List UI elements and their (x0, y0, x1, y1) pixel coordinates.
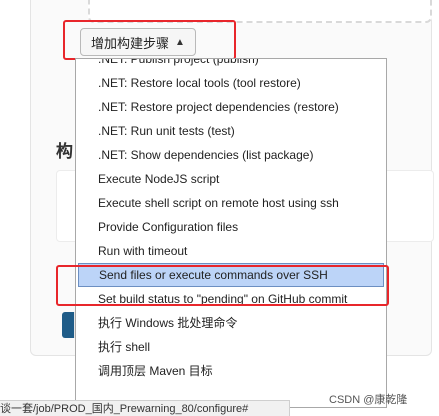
highlight-box-send-files (56, 265, 389, 306)
build-step-menu: .NET: Publish project (publish) .NET: Res… (76, 59, 386, 383)
menu-item[interactable]: 执行 shell (76, 335, 386, 359)
status-url: 谈一套/job/PROD_国内_Prewarning_80/configure# (0, 403, 249, 415)
jenkins-configure-page: 构 增加构建步骤 ▲ .NET: Publish project (publis… (0, 0, 439, 416)
menu-item[interactable]: .NET: Restore local tools (tool restore) (76, 71, 386, 95)
menu-item[interactable]: Provide Configuration files (76, 215, 386, 239)
build-step-dropdown[interactable]: .NET: Publish project (publish) .NET: Res… (75, 58, 387, 408)
watermark: CSDN @康乾隆 (329, 394, 408, 406)
menu-item[interactable]: 调用顶层 Maven 目标 (76, 359, 386, 383)
menu-item[interactable]: Execute NodeJS script (76, 167, 386, 191)
menu-item[interactable]: Run with timeout (76, 239, 386, 263)
section-heading: 构 (56, 142, 73, 161)
menu-item[interactable]: Execute shell script on remote host usin… (76, 191, 386, 215)
menu-item[interactable]: .NET: Run unit tests (test) (76, 119, 386, 143)
menu-item[interactable]: 执行 Windows 批处理命令 (76, 311, 386, 335)
highlight-box-add-step (63, 20, 236, 60)
menu-item[interactable]: .NET: Publish project (publish) (76, 59, 386, 71)
menu-item[interactable]: .NET: Show dependencies (list package) (76, 143, 386, 167)
browser-status-bar: 谈一套/job/PROD_国内_Prewarning_80/configure# (0, 400, 290, 416)
menu-item[interactable]: .NET: Restore project dependencies (rest… (76, 95, 386, 119)
